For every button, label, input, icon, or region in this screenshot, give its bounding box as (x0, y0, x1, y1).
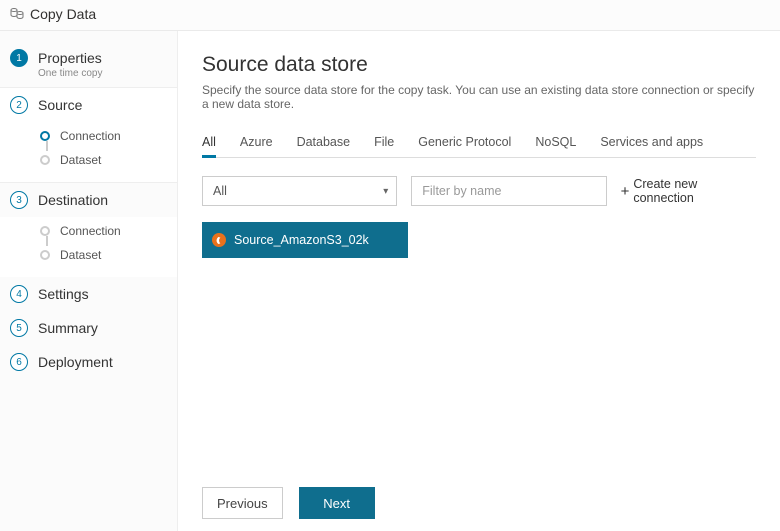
step-label: Deployment (38, 353, 113, 371)
wizard-sidebar: 1 Properties One time copy 2 Source Conn… (0, 31, 178, 531)
step-number: 5 (10, 319, 28, 337)
substep-dataset[interactable]: Dataset (0, 148, 177, 172)
tab-database[interactable]: Database (297, 129, 351, 157)
step-number: 3 (10, 191, 28, 209)
main-panel: Source data store Specify the source dat… (178, 31, 780, 531)
page-description: Specify the source data store for the co… (202, 83, 756, 111)
step-number: 2 (10, 96, 28, 114)
substep-label: Dataset (60, 248, 101, 262)
amazon-s3-icon (212, 233, 226, 247)
substep-label: Connection (60, 224, 121, 238)
step-source[interactable]: 2 Source (0, 87, 177, 122)
step-sublabel: One time copy (38, 68, 102, 79)
substep-connection[interactable]: Connection (0, 124, 177, 148)
step-label: Destination (38, 191, 108, 209)
tab-all[interactable]: All (202, 129, 216, 158)
chevron-down-icon: ▾ (383, 186, 388, 197)
tab-azure[interactable]: Azure (240, 129, 273, 157)
step-label: Properties (38, 49, 102, 67)
filter-by-name-input[interactable] (411, 176, 606, 206)
title-bar: Copy Data (0, 0, 780, 31)
step-number: 4 (10, 285, 28, 303)
wizard-footer: Previous Next (202, 479, 756, 519)
destination-substeps: Connection Dataset (0, 217, 177, 277)
filter-toolbar: All ▾ + Create new connection (202, 176, 756, 206)
step-destination[interactable]: 3 Destination (0, 183, 177, 217)
page-heading: Source data store (202, 53, 756, 77)
substep-connector (46, 236, 48, 246)
app-title: Copy Data (30, 6, 96, 22)
category-tabs: All Azure Database File Generic Protocol… (202, 129, 756, 158)
step-summary[interactable]: 5 Summary (0, 311, 177, 345)
source-substeps: Connection Dataset (0, 122, 177, 183)
connection-card[interactable]: Source_AmazonS3_02k (202, 222, 408, 258)
substep-connector (46, 141, 48, 151)
next-button[interactable]: Next (299, 487, 375, 519)
substep-label: Connection (60, 129, 121, 143)
tab-generic-protocol[interactable]: Generic Protocol (418, 129, 511, 157)
substep-dot-icon (40, 131, 50, 141)
step-label: Summary (38, 319, 98, 337)
substep-dataset[interactable]: Dataset (0, 243, 177, 267)
connection-card-label: Source_AmazonS3_02k (234, 233, 369, 247)
plus-icon: + (621, 184, 630, 199)
step-settings[interactable]: 4 Settings (0, 277, 177, 311)
connection-list: Source_AmazonS3_02k (202, 222, 756, 258)
step-label: Source (38, 96, 82, 114)
step-number: 1 (10, 49, 28, 67)
tab-file[interactable]: File (374, 129, 394, 157)
category-select[interactable]: All ▾ (202, 176, 397, 206)
tab-services-apps[interactable]: Services and apps (600, 129, 703, 157)
category-select-value: All (213, 184, 227, 198)
create-new-connection-label: Create new connection (633, 177, 756, 205)
step-number: 6 (10, 353, 28, 371)
substep-dot-icon (40, 226, 50, 236)
step-label: Settings (38, 285, 89, 303)
substep-connection[interactable]: Connection (0, 219, 177, 243)
previous-button[interactable]: Previous (202, 487, 283, 519)
substep-dot-icon (40, 155, 50, 165)
step-deployment[interactable]: 6 Deployment (0, 345, 177, 379)
create-new-connection-button[interactable]: + Create new connection (621, 177, 756, 205)
substep-label: Dataset (60, 153, 101, 167)
step-properties[interactable]: 1 Properties One time copy (0, 41, 177, 87)
substep-dot-icon (40, 250, 50, 260)
tab-nosql[interactable]: NoSQL (535, 129, 576, 157)
copy-data-icon (10, 7, 24, 22)
